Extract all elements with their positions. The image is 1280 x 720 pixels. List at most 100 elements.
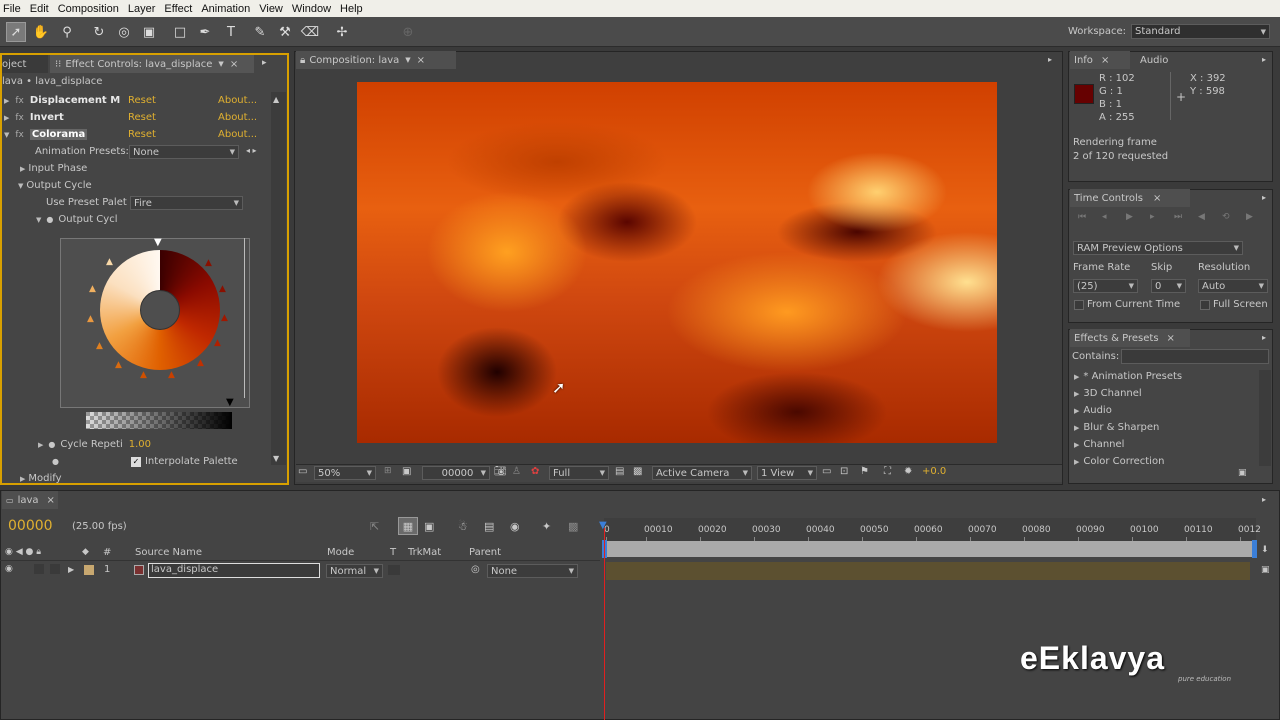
- wheel-marker[interactable]: ▲: [96, 341, 103, 351]
- list-item[interactable]: ▶ Audio: [1074, 402, 1254, 419]
- preserve-transparency-switch[interactable]: [388, 565, 400, 575]
- view-layout-dropdown[interactable]: 1 View: [757, 466, 817, 480]
- menu-animation[interactable]: Animation: [198, 3, 256, 15]
- transparency-grid-icon[interactable]: ▩: [633, 466, 642, 477]
- list-item[interactable]: ▶ Color Correction: [1074, 453, 1254, 470]
- new-folder-icon[interactable]: ▣: [1238, 468, 1247, 478]
- panel-menu-icon[interactable]: ▸: [1262, 333, 1266, 342]
- reset-button[interactable]: Reset: [128, 129, 156, 140]
- resolution-dropdown[interactable]: Auto: [1198, 279, 1268, 293]
- fx-icon[interactable]: fx: [15, 130, 24, 140]
- comp-flowchart-icon[interactable]: ⛶: [884, 466, 891, 477]
- fast-previews-icon[interactable]: ⚑: [860, 466, 869, 477]
- hand-tool-icon[interactable]: ✋: [31, 22, 51, 42]
- eraser-tool-icon[interactable]: ⌫: [300, 22, 320, 42]
- expand-layer-icon[interactable]: ▶: [68, 565, 74, 574]
- type-tool-icon[interactable]: T: [221, 22, 241, 42]
- menu-view[interactable]: View: [256, 3, 289, 15]
- close-icon[interactable]: ×: [47, 495, 55, 506]
- live-update-icon[interactable]: ▦: [398, 517, 418, 535]
- from-current-time-checkbox[interactable]: [1074, 300, 1084, 310]
- puppet-pin-tool-icon[interactable]: ✢: [332, 22, 352, 42]
- draft-3d-icon[interactable]: ▣: [424, 520, 434, 533]
- menu-layer[interactable]: Layer: [125, 3, 162, 15]
- input-phase-row[interactable]: ▶ Input Phase: [0, 160, 268, 177]
- grid-icon[interactable]: ⊞: [384, 466, 392, 476]
- pick-whip-icon[interactable]: ◎: [471, 564, 480, 575]
- selection-tool-icon[interactable]: ➚: [6, 22, 26, 42]
- full-screen-checkbox[interactable]: [1200, 300, 1210, 310]
- menu-effect[interactable]: Effect: [161, 3, 198, 15]
- tab-effect-controls[interactable]: ⁝⁝ Effect Controls: lava_displace ▼ ×: [50, 55, 254, 73]
- wheel-marker[interactable]: ▲: [87, 314, 94, 324]
- previous-frame-icon[interactable]: ◂: [1102, 212, 1107, 222]
- list-item[interactable]: ▶ 3D Channel: [1074, 385, 1254, 402]
- animation-presets-dropdown[interactable]: None: [129, 145, 239, 159]
- about-button[interactable]: About...: [218, 112, 257, 123]
- interpolate-checkbox[interactable]: ✓: [130, 456, 141, 467]
- menu-composition[interactable]: Composition: [55, 3, 125, 15]
- wheel-marker[interactable]: ▲: [140, 370, 147, 380]
- flowchart-icon[interactable]: ⊡: [840, 466, 848, 477]
- about-button[interactable]: About...: [218, 129, 257, 140]
- effect-row-displacement[interactable]: ▶ fx Displacement M Reset About...: [0, 92, 268, 109]
- workspace-dropdown[interactable]: Standard: [1131, 24, 1270, 39]
- cycle-repetitions-value[interactable]: 1.00: [129, 439, 151, 450]
- always-preview-icon[interactable]: ▭: [298, 466, 307, 477]
- exposure-icon[interactable]: ✹: [904, 466, 912, 477]
- panel-menu-icon[interactable]: ▸: [262, 58, 267, 68]
- chevron-down-icon[interactable]: ▼: [218, 60, 223, 68]
- wheel-marker[interactable]: ▲: [106, 257, 113, 267]
- snapshot-icon[interactable]: 📷︎: [494, 466, 507, 477]
- panel-menu-icon[interactable]: ▸: [1262, 193, 1266, 202]
- panel-menu-icon[interactable]: ▸: [1262, 55, 1266, 64]
- close-icon[interactable]: ×: [230, 59, 238, 70]
- hide-shy-layers-icon[interactable]: ☃: [458, 520, 468, 533]
- menu-file[interactable]: File: [0, 3, 27, 15]
- exposure-value[interactable]: +0.0: [922, 466, 946, 477]
- rotate-tool-icon[interactable]: ↻: [89, 22, 109, 42]
- toggle-pixel-aspect-icon[interactable]: ▭: [822, 466, 831, 477]
- parent-dropdown[interactable]: None: [487, 564, 578, 578]
- timeline-scroll-icon[interactable]: ▣: [1261, 565, 1270, 575]
- tab-timeline-lava[interactable]: ▭ lava ×: [2, 491, 58, 509]
- clone-stamp-tool-icon[interactable]: ⚒: [275, 22, 295, 42]
- show-snapshot-icon[interactable]: ♙: [512, 466, 521, 477]
- brush-tool-icon[interactable]: ✎: [250, 22, 270, 42]
- list-item[interactable]: ▶ * Animation Presets: [1074, 368, 1254, 385]
- timeline-timecode[interactable]: 00000: [8, 518, 53, 534]
- wheel-marker[interactable]: ▲: [205, 258, 212, 268]
- camera-dropdown[interactable]: Active Camera: [652, 466, 752, 480]
- tab-info[interactable]: Info ×: [1070, 51, 1130, 69]
- mute-audio-icon[interactable]: ◀: [1198, 212, 1205, 222]
- stopwatch-icon[interactable]: ●: [46, 215, 53, 224]
- comp-marker-icon[interactable]: ⇱: [370, 520, 379, 533]
- resolution-dropdown[interactable]: Full: [549, 466, 609, 480]
- close-icon[interactable]: ×: [1101, 55, 1109, 66]
- play-icon[interactable]: ▶: [1126, 212, 1133, 222]
- tab-audio[interactable]: Audio: [1140, 51, 1168, 69]
- first-frame-icon[interactable]: ⏮: [1078, 212, 1086, 222]
- reset-button[interactable]: Reset: [128, 95, 156, 106]
- label-color-swatch[interactable]: [84, 565, 94, 575]
- lock-icon[interactable]: 🔒︎: [300, 55, 305, 66]
- layer-name-field[interactable]: lava_displace: [148, 563, 320, 578]
- label-icon[interactable]: ◆: [82, 547, 89, 557]
- solo-switch[interactable]: [34, 564, 44, 574]
- axis-mode-icon[interactable]: ⊕: [398, 22, 418, 42]
- output-cycle-row[interactable]: ▼ Output Cycle: [0, 177, 268, 194]
- menu-window[interactable]: Window: [289, 3, 337, 15]
- work-area-bar[interactable]: [604, 541, 1256, 557]
- frame-blending-icon[interactable]: ▤: [484, 520, 494, 533]
- brainstorm-icon[interactable]: ✦: [542, 520, 551, 533]
- pan-behind-tool-icon[interactable]: ▣: [139, 22, 159, 42]
- preset-palette-dropdown[interactable]: Fire: [130, 196, 243, 210]
- chevron-down-icon[interactable]: ▼: [405, 56, 410, 64]
- magnification-dropdown[interactable]: 50%: [314, 466, 376, 480]
- loop-icon[interactable]: ⟲: [1222, 212, 1230, 222]
- tab-project[interactable]: oject: [2, 55, 48, 73]
- wheel-marker[interactable]: ▲: [219, 284, 226, 294]
- lock-switch[interactable]: [50, 564, 60, 574]
- panel-menu-icon[interactable]: ▸: [1048, 55, 1052, 64]
- scroll-down-icon[interactable]: ▼: [273, 454, 279, 463]
